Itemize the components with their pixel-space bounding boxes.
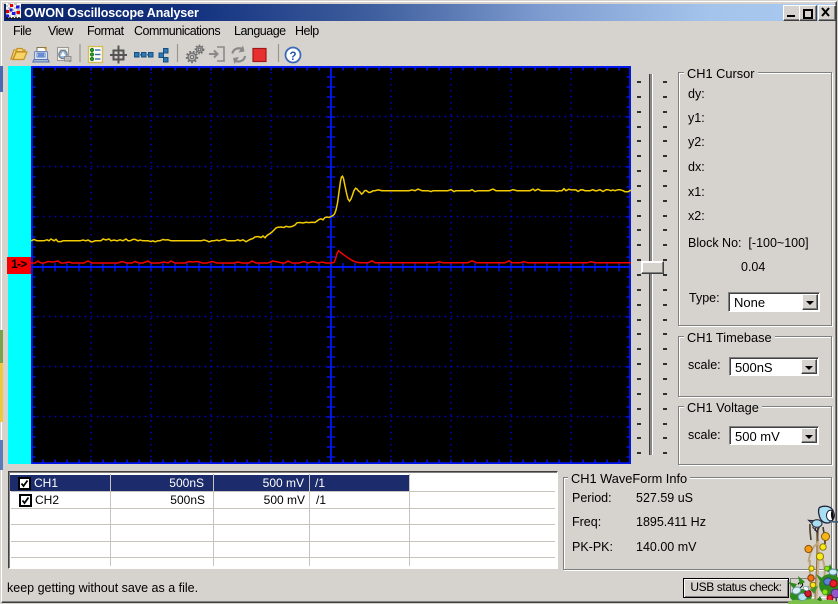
svg-text:?: ? bbox=[289, 51, 296, 63]
